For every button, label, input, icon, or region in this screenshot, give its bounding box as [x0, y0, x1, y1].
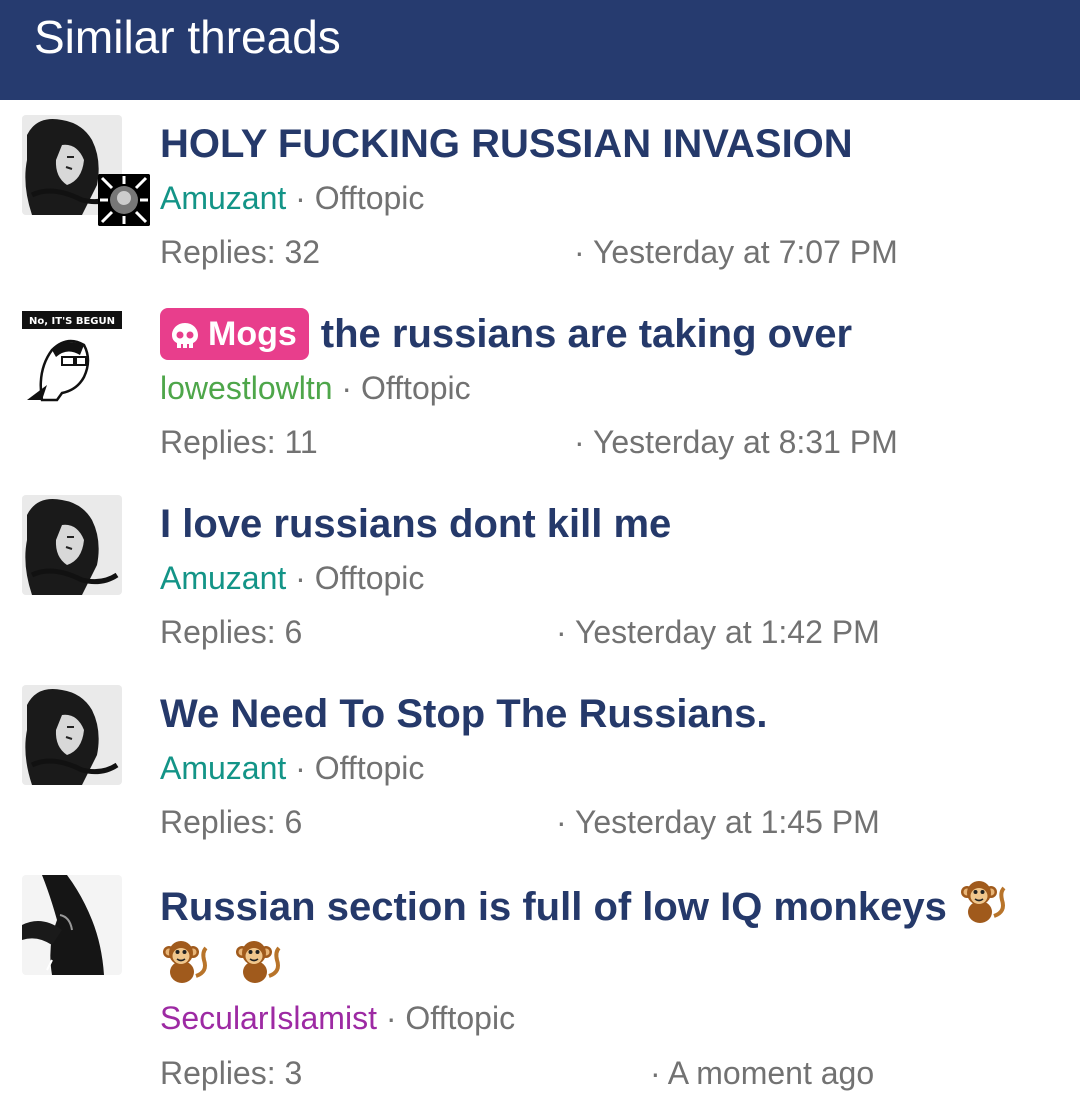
reply-count: Replies: 6	[160, 614, 303, 650]
thread-title-text[interactable]: the russians are taking over	[321, 312, 852, 356]
author-link[interactable]: Amuzant	[160, 180, 286, 216]
avatar[interactable]	[22, 495, 122, 595]
thread-meta: SecularIslamist · Offtopic	[160, 996, 515, 1040]
thread-title-continuation[interactable]	[160, 936, 283, 1001]
meta-separator: ·	[295, 560, 306, 596]
thread-title[interactable]: I love russians dont kill me	[160, 496, 671, 552]
forum-link[interactable]: Offtopic	[361, 370, 471, 406]
reply-count: Replies: 6	[160, 804, 303, 840]
last-post-date[interactable]: · Yesterday at 7:07 PM	[574, 230, 898, 274]
thread-prefix-label[interactable]: Mogs	[160, 308, 309, 360]
monkey-emoji-icon	[160, 936, 210, 1001]
reply-count: Replies: 32	[160, 234, 321, 270]
section-title: Similar threads	[34, 11, 341, 63]
last-post-date[interactable]: · Yesterday at 8:31 PM	[574, 420, 898, 464]
meta-separator: ·	[385, 1000, 397, 1036]
forum-link[interactable]: Offtopic	[315, 750, 425, 786]
avatar[interactable]	[22, 685, 122, 785]
author-link[interactable]: Amuzant	[160, 560, 286, 596]
skull-icon	[172, 323, 198, 348]
avatar-caption: No, IT'S BEGUN	[29, 316, 115, 327]
thread-meta: lowestlowltn · Offtopic	[160, 366, 471, 410]
thread-title[interactable]: HOLY FUCKING RUSSIAN INVASION	[160, 116, 853, 172]
monkey-emoji-icon	[233, 936, 283, 1001]
thread-title[interactable]: Russian section is full of low IQ monkey…	[160, 876, 1008, 941]
thread-meta: Amuzant · Offtopic	[160, 556, 424, 600]
avatar[interactable]: No, IT'S BEGUN	[22, 305, 122, 405]
reply-count: Replies: 11	[160, 424, 318, 460]
forum-link[interactable]: Offtopic	[405, 1000, 515, 1036]
monkey-emoji-icon	[958, 876, 1008, 941]
author-link[interactable]: lowestlowltn	[160, 370, 333, 406]
author-link[interactable]: SecularIslamist	[160, 1000, 377, 1036]
author-link[interactable]: Amuzant	[160, 750, 286, 786]
meta-separator: ·	[295, 750, 306, 786]
forum-link[interactable]: Offtopic	[315, 560, 425, 596]
meta-separator: ·	[341, 370, 353, 406]
thread-title-text[interactable]: Russian section is full of low IQ monkey…	[160, 885, 947, 929]
meta-separator: ·	[295, 180, 306, 216]
thread-title-text[interactable]: I love russians dont kill me	[160, 502, 671, 546]
thread-title[interactable]: Mogs the russians are taking over	[160, 306, 852, 362]
last-post-date[interactable]: · Yesterday at 1:42 PM	[556, 610, 880, 654]
thread-title-text[interactable]: HOLY FUCKING RUSSIAN INVASION	[160, 122, 853, 166]
last-post-date[interactable]: · A moment ago	[650, 1051, 874, 1095]
prefix-text: Mogs	[208, 315, 297, 353]
thread-title[interactable]: We Need To Stop The Russians.	[160, 686, 768, 742]
thread-meta: Amuzant · Offtopic	[160, 176, 424, 220]
thread-meta: Amuzant · Offtopic	[160, 746, 424, 790]
user-badge-icon	[98, 174, 150, 226]
avatar[interactable]	[22, 875, 122, 975]
section-header: Similar threads	[0, 0, 1080, 100]
forum-link[interactable]: Offtopic	[315, 180, 425, 216]
reply-count: Replies: 3	[160, 1055, 303, 1091]
thread-title-text[interactable]: We Need To Stop The Russians.	[160, 692, 768, 736]
last-post-date[interactable]: · Yesterday at 1:45 PM	[556, 800, 880, 844]
